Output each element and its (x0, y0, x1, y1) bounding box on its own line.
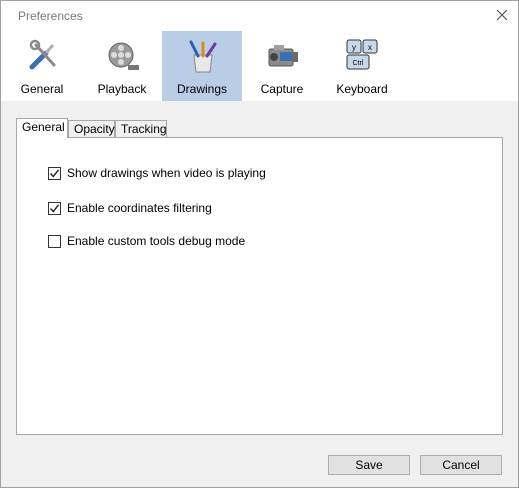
tools-icon (26, 39, 60, 73)
tab-panel-general: Show drawings when video is playing Enab… (16, 137, 503, 435)
checkbox-coordinates-filtering[interactable] (48, 202, 61, 215)
title-bar: Preferences (1, 1, 518, 31)
option-label: Enable coordinates filtering (67, 201, 212, 215)
category-bar: General Playback Drawings Capture y x Ct… (1, 31, 518, 101)
brushes-icon (186, 39, 220, 73)
camera-icon (266, 39, 300, 73)
category-label: Keyboard (336, 82, 388, 96)
preferences-window: Preferences General Playback Drawings Ca… (0, 0, 519, 488)
category-keyboard[interactable]: y x Ctrl Keyboard (322, 31, 402, 101)
category-general[interactable]: General (2, 31, 82, 101)
tab-general[interactable]: General (16, 118, 68, 138)
save-button[interactable]: Save (328, 455, 410, 475)
option-label: Enable custom tools debug mode (67, 234, 246, 248)
window-title: Preferences (18, 9, 83, 23)
close-icon[interactable] (494, 7, 510, 23)
category-playback[interactable]: Playback (82, 31, 162, 101)
category-label: Drawings (176, 82, 227, 96)
key-y-label: y (352, 43, 356, 52)
category-capture[interactable]: Capture (242, 31, 322, 101)
cancel-button[interactable]: Cancel (420, 455, 502, 475)
category-drawings[interactable]: Drawings (162, 31, 242, 101)
checkbox-debug-mode[interactable] (48, 235, 61, 248)
category-label: General (20, 82, 64, 96)
checkbox-show-drawings[interactable] (48, 167, 61, 180)
category-label: Capture (260, 82, 304, 96)
keyboard-keys-icon: y x Ctrl (346, 39, 380, 73)
tab-opacity[interactable]: Opacity (68, 120, 115, 137)
tab-tracking[interactable]: Tracking (115, 120, 167, 137)
key-ctrl-label: Ctrl (353, 60, 364, 67)
option-label: Show drawings when video is playing (67, 166, 266, 180)
category-label: Playback (97, 82, 147, 96)
key-x-label: x (368, 43, 372, 52)
film-reel-icon (106, 39, 140, 73)
